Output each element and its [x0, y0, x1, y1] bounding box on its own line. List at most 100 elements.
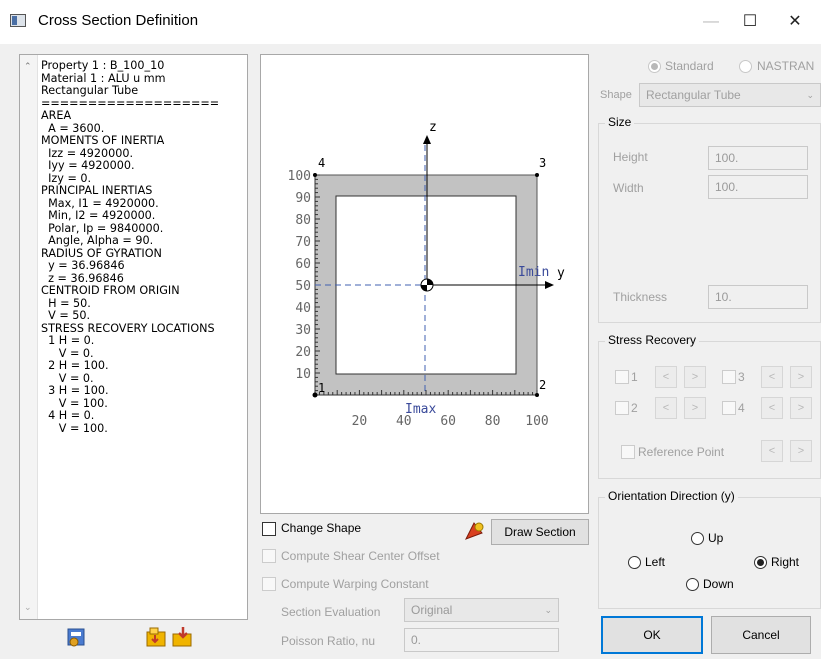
y-tick-label: 70 — [295, 235, 311, 250]
stress-point-3-next-button[interactable]: > — [790, 366, 812, 388]
orientation-down-label: Down — [703, 577, 734, 591]
import-icon[interactable] — [172, 626, 194, 648]
scroll-down-icon[interactable]: ⌄ — [24, 602, 32, 613]
stress-point-1-next-button[interactable]: > — [684, 366, 706, 388]
reference-point-label: Reference Point — [638, 445, 725, 459]
imin-label: Imin — [518, 265, 549, 280]
thickness-label: Thickness — [613, 290, 668, 304]
stress-recovery-title: Stress Recovery — [605, 333, 700, 347]
standard-radio[interactable] — [648, 60, 661, 73]
properties-listbox[interactable]: ⌃ ⌄ Property 1 : B_100_10 Material 1 : A… — [19, 54, 248, 620]
section-evaluation-select[interactable]: Original ⌄ — [404, 598, 559, 622]
x-tick-label: 100 — [525, 414, 548, 429]
settings-export-icon[interactable] — [66, 626, 88, 648]
y-tick-label: 20 — [295, 345, 311, 360]
thickness-input[interactable]: 10. — [708, 285, 808, 309]
x-tick-label: 60 — [440, 414, 456, 429]
nastran-radio[interactable] — [739, 60, 752, 73]
corner-label-1: 1 — [318, 381, 325, 395]
maximize-button[interactable]: ☐ — [735, 10, 765, 34]
y-tick-label: 50 — [295, 279, 311, 294]
section-evaluation-label: Section Evaluation — [281, 605, 381, 619]
chevron-down-icon: ⌄ — [806, 90, 814, 100]
minimize-button[interactable]: — — [696, 10, 726, 34]
stress-point-1-checkbox[interactable] — [615, 370, 629, 384]
cancel-button[interactable]: Cancel — [711, 616, 811, 654]
orientation-up-label: Up — [708, 531, 724, 545]
stress-point-3-prev-button[interactable]: < — [761, 366, 783, 388]
app-icon — [10, 14, 26, 27]
shape-label: Shape — [600, 89, 632, 101]
width-label: Width — [613, 181, 644, 195]
nastran-label: NASTRAN — [757, 59, 815, 73]
compute-warping-label: Compute Warping Constant — [281, 577, 429, 591]
stress-point-4-label: 4 — [738, 401, 745, 415]
y-tick-label: 10 — [295, 367, 311, 382]
width-input[interactable]: 100. — [708, 175, 808, 199]
draw-section-button[interactable]: Draw Section — [491, 519, 589, 545]
orientation-left-label: Left — [645, 555, 666, 569]
y-tick-label: 100 — [288, 169, 311, 184]
stress-point-4-prev-button[interactable]: < — [761, 397, 783, 419]
orientation-left-radio[interactable] — [628, 556, 641, 569]
reference-point-prev-button[interactable]: < — [761, 440, 783, 462]
compute-shear-label: Compute Shear Center Offset — [281, 549, 440, 563]
stress-point-3-label: 3 — [738, 370, 745, 384]
y-tick-label: 80 — [295, 213, 311, 228]
scroll-up-icon[interactable]: ⌃ — [24, 61, 32, 72]
stress-point-2-next-button[interactable]: > — [684, 397, 706, 419]
ok-button[interactable]: OK — [601, 616, 703, 654]
stress-point-2-checkbox[interactable] — [615, 401, 629, 415]
x-tick-label: 20 — [352, 414, 368, 429]
reference-point-next-button[interactable]: > — [790, 440, 812, 462]
section-drawing: z y Imin Imax 1 2 3 4 100908070605040302… — [288, 120, 565, 429]
orientation-right-radio[interactable] — [754, 556, 767, 569]
change-shape-label: Change Shape — [281, 521, 362, 535]
corner-label-4: 4 — [318, 156, 325, 170]
open-folder-icon[interactable] — [146, 626, 168, 648]
orientation-down-radio[interactable] — [686, 578, 699, 591]
close-button[interactable]: ✕ — [780, 10, 810, 34]
section-properties-text: Property 1 : B_100_10 Material 1 : ALU u… — [41, 59, 220, 435]
stress-point-1-label: 1 — [631, 370, 638, 384]
poisson-ratio-label: Poisson Ratio, nu — [281, 634, 376, 648]
y-axis-label: y — [557, 266, 565, 281]
y-tick-label: 90 — [295, 191, 311, 206]
stress-point-1-prev-button[interactable]: < — [655, 366, 677, 388]
size-group-title: Size — [605, 115, 635, 129]
title-bar: Cross Section Definition — ☐ ✕ — [0, 0, 821, 44]
shape-select[interactable]: Rectangular Tube ⌄ — [639, 83, 821, 107]
y-axis-arrow-icon — [545, 281, 554, 289]
z-axis-arrow-icon — [423, 135, 431, 144]
draw-section-icon[interactable] — [462, 519, 486, 543]
change-shape-checkbox[interactable] — [262, 522, 276, 536]
window-title: Cross Section Definition — [38, 12, 199, 29]
height-input[interactable]: 100. — [708, 146, 808, 170]
x-tick-label: 80 — [485, 414, 501, 429]
orientation-up-radio[interactable] — [691, 532, 704, 545]
corner-label-3: 3 — [539, 156, 546, 170]
stress-point-2-prev-button[interactable]: < — [655, 397, 677, 419]
height-label: Height — [613, 150, 648, 164]
properties-scrollbar[interactable]: ⌃ ⌄ — [20, 55, 38, 619]
x-tick-label: 40 — [396, 414, 412, 429]
orientation-group — [598, 497, 821, 609]
shape-value: Rectangular Tube — [646, 88, 741, 102]
standard-label: Standard — [665, 59, 714, 73]
compute-warping-checkbox[interactable] — [262, 577, 276, 591]
stress-point-4-checkbox[interactable] — [722, 401, 736, 415]
y-tick-label: 60 — [295, 257, 311, 272]
stress-point-3-checkbox[interactable] — [722, 370, 736, 384]
reference-point-checkbox[interactable] — [621, 445, 635, 459]
y-tick-label: 30 — [295, 323, 311, 338]
compute-shear-checkbox[interactable] — [262, 549, 276, 563]
poisson-ratio-input[interactable]: 0. — [404, 628, 559, 652]
y-tick-label: 40 — [295, 301, 311, 316]
stress-point-4-next-button[interactable]: > — [790, 397, 812, 419]
section-evaluation-value: Original — [411, 603, 453, 617]
orientation-title: Orientation Direction (y) — [605, 489, 738, 503]
z-axis-label: z — [429, 120, 437, 135]
chevron-down-icon: ⌄ — [544, 605, 552, 615]
section-drawing-canvas: z y Imin Imax 1 2 3 4 100 90 80 70 60 50 40 30 2… — [260, 54, 589, 514]
orientation-right-label: Right — [771, 555, 800, 569]
